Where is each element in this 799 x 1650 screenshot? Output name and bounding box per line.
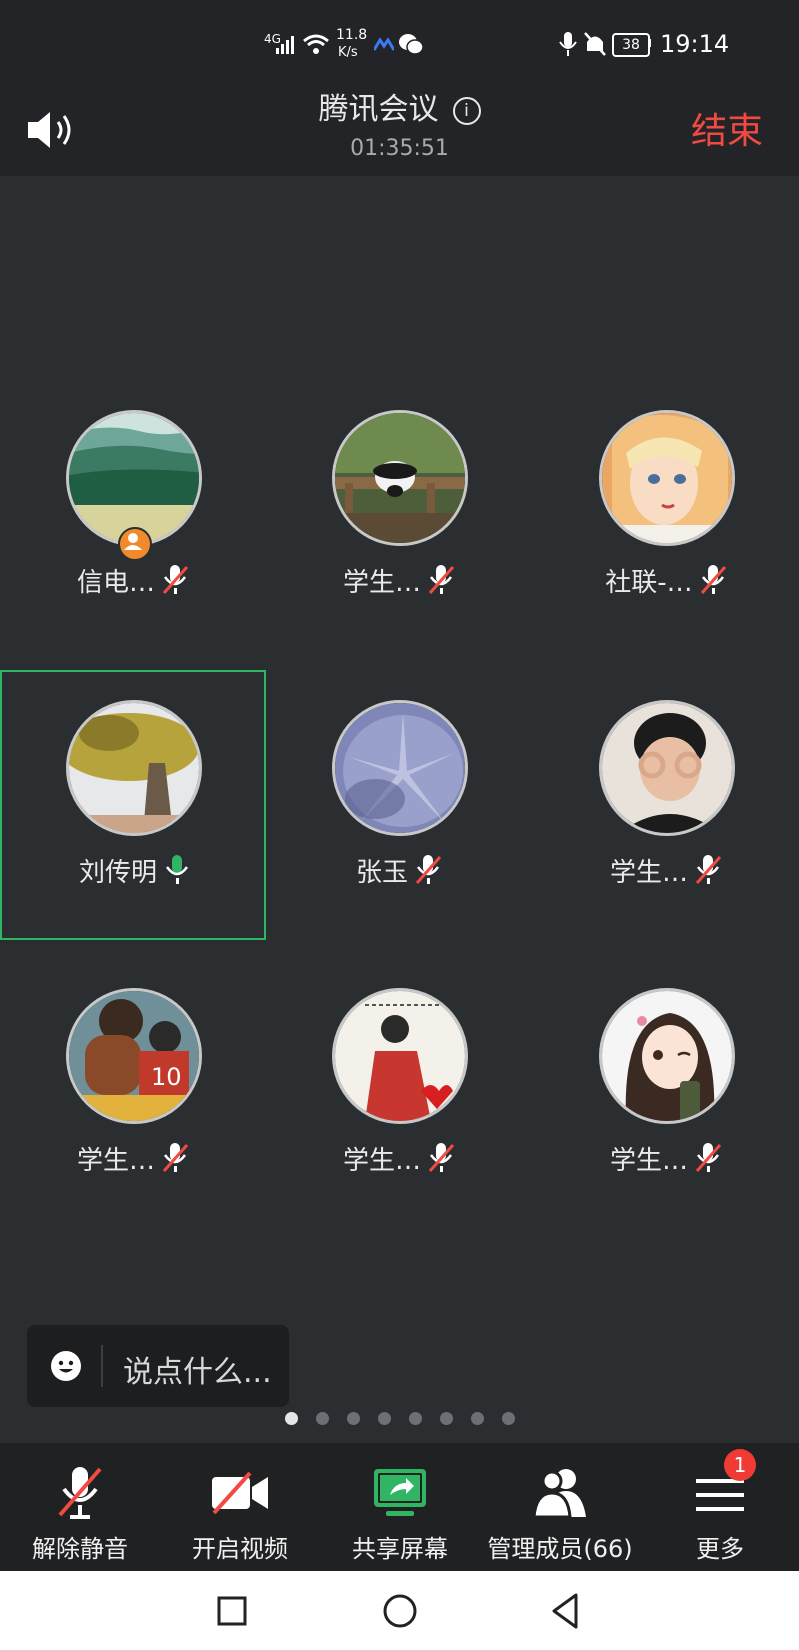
- unmute-label: 解除静音: [32, 1535, 128, 1563]
- system-nav-bar: [0, 1571, 799, 1650]
- mic-muted-icon: [58, 1467, 102, 1519]
- host-icon: [118, 527, 152, 561]
- emoji-icon[interactable]: [51, 1351, 81, 1381]
- more-label: 更多: [696, 1535, 744, 1563]
- start-video-button[interactable]: 开启视频: [160, 1443, 320, 1571]
- members-icon: [532, 1469, 586, 1519]
- participant-name: 学生…: [609, 858, 688, 888]
- page-dot[interactable]: [408, 1412, 422, 1425]
- participant-tile[interactable]: 社联-…: [533, 380, 799, 650]
- participant-name: 学生…: [76, 1146, 155, 1176]
- signal-icon: [276, 36, 294, 54]
- participant-tile[interactable]: 学生…: [533, 670, 799, 940]
- mic-active-icon: [165, 855, 189, 884]
- meeting-toolbar: 解除静音 开启视频 共享屏幕 管理成员(66) 1 更多: [0, 1443, 799, 1571]
- participant-tile-speaking[interactable]: 刘传明: [0, 670, 266, 940]
- participant-name: 学生…: [609, 1146, 688, 1176]
- start-video-label: 开启视频: [192, 1535, 288, 1563]
- info-icon[interactable]: i: [452, 97, 481, 125]
- avatar: [599, 988, 735, 1124]
- unmute-button[interactable]: 解除静音: [0, 1443, 160, 1571]
- page-indicator: [0, 1410, 799, 1429]
- mic-muted-icon: [428, 1143, 455, 1172]
- mic-muted-icon: [700, 565, 726, 594]
- avatar: 10: [66, 988, 202, 1124]
- page-dot[interactable]: [470, 1412, 484, 1425]
- participant-name: 刘传明: [78, 858, 157, 888]
- manage-members-button[interactable]: 管理成员(66): [480, 1443, 640, 1571]
- participant-tile[interactable]: 10 学生…: [0, 958, 266, 1228]
- end-meeting-button[interactable]: 结束: [691, 102, 763, 154]
- avatar: [332, 988, 468, 1124]
- back-icon[interactable]: [540, 1585, 592, 1637]
- mic-muted-icon: [162, 1143, 189, 1172]
- page-dot[interactable]: [315, 1412, 329, 1425]
- battery-icon: 38: [612, 33, 650, 57]
- meeting-title[interactable]: 腾讯会议 i: [0, 92, 799, 128]
- avatar: [66, 410, 202, 546]
- participant-tile[interactable]: 张玉: [266, 670, 532, 940]
- mute-bell-icon: [584, 32, 606, 56]
- battery-level: 38: [622, 37, 640, 53]
- page-dot[interactable]: [377, 1412, 391, 1425]
- share-screen-button[interactable]: 共享屏幕: [320, 1443, 480, 1571]
- avatar: [599, 700, 735, 836]
- status-bar: 4G 11.8 K/s 38 19:14: [0, 0, 799, 92]
- recents-icon[interactable]: [206, 1585, 258, 1637]
- notification-badge: 1: [724, 1449, 756, 1481]
- participant-name: 信电…: [76, 568, 155, 598]
- avatar: [66, 700, 202, 836]
- speed-value: 11.8: [336, 27, 368, 43]
- chat-input[interactable]: 说点什么...: [27, 1325, 289, 1407]
- participant-name: 社联-…: [605, 568, 693, 598]
- avatar: [332, 410, 468, 546]
- participant-name: 学生…: [342, 568, 421, 598]
- avatar: [332, 700, 468, 836]
- participant-tile[interactable]: 信电…: [0, 380, 266, 650]
- mic-muted-icon: [415, 855, 442, 884]
- share-screen-label: 共享屏幕: [352, 1535, 448, 1563]
- speed-unit: K/s: [338, 45, 358, 60]
- mic-muted-icon: [162, 565, 189, 594]
- mic-status-icon: [559, 32, 577, 56]
- home-icon[interactable]: [374, 1585, 426, 1637]
- meeting-title-text: 腾讯会议: [318, 92, 439, 127]
- svg-text:10: 10: [151, 1063, 182, 1091]
- avatar: [599, 410, 735, 546]
- more-button[interactable]: 1 更多: [640, 1443, 799, 1571]
- participant-tile[interactable]: 学生…: [533, 958, 799, 1228]
- participant-name: 学生…: [342, 1146, 421, 1176]
- participant-name: 张玉: [355, 858, 408, 888]
- wechat-icon: [399, 34, 424, 55]
- mic-muted-icon: [428, 565, 455, 594]
- divider: [101, 1345, 103, 1387]
- meeting-timer: 01:35:51: [350, 136, 449, 161]
- participant-tile[interactable]: 学生…: [266, 380, 532, 650]
- share-screen-icon: [374, 1469, 426, 1516]
- page-dot[interactable]: [439, 1412, 453, 1425]
- mic-muted-icon: [695, 1143, 722, 1172]
- app-notification-icon: [374, 38, 394, 51]
- page-dot-active[interactable]: [284, 1412, 298, 1425]
- manage-members-label: 管理成员(66): [487, 1535, 633, 1563]
- page-dot[interactable]: [346, 1412, 360, 1425]
- mic-muted-icon: [695, 855, 722, 884]
- wifi-icon: [303, 34, 329, 54]
- meeting-header: 腾讯会议 i 01:35:51 结束: [0, 92, 799, 176]
- page-dot[interactable]: [501, 1412, 515, 1425]
- video-off-icon: [212, 1471, 268, 1515]
- participant-tile[interactable]: 学生…: [266, 958, 532, 1228]
- chat-placeholder: 说点什么...: [123, 1355, 272, 1390]
- clock: 19:14: [660, 30, 730, 58]
